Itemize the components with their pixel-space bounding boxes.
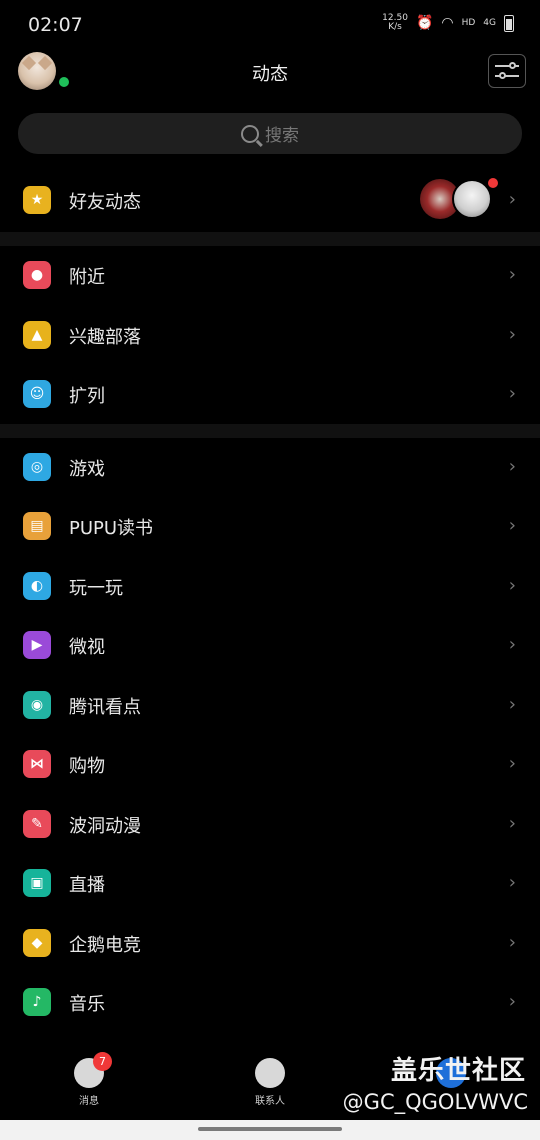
- chevron-right-icon: ›: [508, 932, 516, 953]
- book-icon: ▤: [23, 512, 51, 540]
- page-title: 动态: [252, 64, 288, 85]
- list-item-expand-friends[interactable]: ☺ 扩列 ›: [0, 365, 540, 424]
- list-item-weishi[interactable]: ▶ 微视 ›: [0, 616, 540, 675]
- chevron-right-icon: ›: [508, 575, 516, 596]
- list-item-label: 微视: [69, 637, 105, 658]
- list-item-label: 音乐: [69, 994, 105, 1015]
- tab-label: 联系人: [255, 1096, 285, 1107]
- alarm-icon: ⏰: [415, 15, 434, 31]
- location-pin-icon: ●: [23, 261, 51, 289]
- list-item-label: 兴趣部落: [69, 327, 141, 348]
- tab-messages[interactable]: 7 消息: [49, 1052, 129, 1107]
- status-icons: 12.50 K/s ⏰ ◠ HD 4G: [382, 14, 514, 32]
- chevron-right-icon: ›: [508, 872, 516, 893]
- list-item-label: PUPU读书: [69, 518, 154, 539]
- tab-contacts[interactable]: 联系人: [230, 1058, 310, 1107]
- list-item-label: 玩一玩: [69, 578, 123, 599]
- list-item-label: 附近: [69, 267, 105, 288]
- home-gesture-handle[interactable]: [198, 1127, 342, 1131]
- search-icon: [241, 124, 259, 143]
- chevron-right-icon: ›: [508, 991, 516, 1012]
- list-item-label: 好友动态: [69, 192, 141, 213]
- friend-avatar: [452, 179, 492, 219]
- chevron-right-icon: ›: [508, 515, 516, 536]
- list-item-interest-tribe[interactable]: ▲ 兴趣部落 ›: [0, 306, 540, 365]
- chevron-right-icon: ›: [508, 456, 516, 477]
- smiley-plus-icon: ☺: [23, 380, 51, 408]
- list-item-penguin-esports[interactable]: ◆ 企鹅电竞 ›: [0, 914, 540, 973]
- list-item-label: 游戏: [69, 459, 105, 480]
- slider-icon: [509, 62, 516, 69]
- list-item-live[interactable]: ▣ 直播 ›: [0, 854, 540, 913]
- watermark-handle: @GC_QGOLVWVC: [342, 1090, 528, 1114]
- list-item-label: 企鹅电竞: [69, 935, 141, 956]
- chevron-right-icon: ›: [508, 634, 516, 655]
- list-item-nearby[interactable]: ● 附近 ›: [0, 246, 540, 305]
- list-item-bodong-comics[interactable]: ✎ 波洞动漫 ›: [0, 795, 540, 854]
- chevron-right-icon: ›: [508, 694, 516, 715]
- status-bar: 02:07 12.50 K/s ⏰ ◠ HD 4G: [0, 0, 540, 48]
- section-divider: [0, 424, 540, 438]
- unread-dot: [488, 178, 498, 188]
- chevron-right-icon: ›: [508, 383, 516, 404]
- list-item-tencent-kandian[interactable]: ◉ 腾讯看点 ›: [0, 676, 540, 735]
- list-item-label: 购物: [69, 756, 105, 777]
- play-icon: ▶: [23, 631, 51, 659]
- tab-label: 消息: [79, 1096, 99, 1107]
- chat-face-icon: 7: [74, 1052, 112, 1088]
- list-item-label: 扩列: [69, 386, 105, 407]
- chevron-right-icon: ›: [508, 813, 516, 834]
- friend-avatars: [420, 178, 498, 219]
- planet-icon: ◐: [23, 572, 51, 600]
- live-icon: ▣: [23, 869, 51, 897]
- star-icon: ★: [23, 186, 51, 214]
- list-item-music[interactable]: ♪ 音乐 ›: [0, 973, 540, 1032]
- list-item-play[interactable]: ◐ 玩一玩 ›: [0, 557, 540, 616]
- person-icon: [255, 1058, 285, 1088]
- section-divider: [0, 232, 540, 246]
- chevron-right-icon: ›: [508, 753, 516, 774]
- unread-badge: 7: [93, 1052, 112, 1071]
- list-item-pupu-reading[interactable]: ▤ PUPU读书 ›: [0, 497, 540, 556]
- list-item-label: 波洞动漫: [69, 816, 141, 837]
- music-icon: ♪: [23, 988, 51, 1016]
- battery-icon: [504, 14, 514, 32]
- comic-icon: ✎: [23, 810, 51, 838]
- watermark-title: 盖乐世社区: [390, 1056, 526, 1086]
- list-item-label: 直播: [69, 875, 105, 896]
- bow-icon: ⋈: [23, 750, 51, 778]
- eye-icon: ◉: [23, 691, 51, 719]
- search-bar[interactable]: 搜索: [18, 113, 522, 154]
- header: 动态: [0, 48, 540, 98]
- wifi-icon: ◠: [441, 15, 454, 31]
- shield-icon: ◆: [23, 929, 51, 957]
- gamepad-icon: ◎: [23, 453, 51, 481]
- chevron-right-icon: ›: [508, 189, 516, 210]
- list-item-friend-feed[interactable]: ★ 好友动态 ›: [0, 171, 540, 230]
- list-item-games[interactable]: ◎ 游戏 ›: [0, 438, 540, 497]
- chevron-right-icon: ›: [508, 264, 516, 285]
- tent-icon: ▲: [23, 321, 51, 349]
- signal-icon: 4G: [483, 18, 496, 28]
- search-placeholder: 搜索: [265, 126, 299, 146]
- status-time: 02:07: [28, 14, 83, 36]
- list-item-shopping[interactable]: ⋈ 购物 ›: [0, 735, 540, 794]
- chevron-right-icon: ›: [508, 324, 516, 345]
- list-item-label: 腾讯看点: [69, 697, 141, 718]
- hd-indicator: HD: [461, 18, 476, 28]
- net-speed: 12.50 K/s: [382, 13, 408, 32]
- settings-filter-button[interactable]: [488, 54, 526, 88]
